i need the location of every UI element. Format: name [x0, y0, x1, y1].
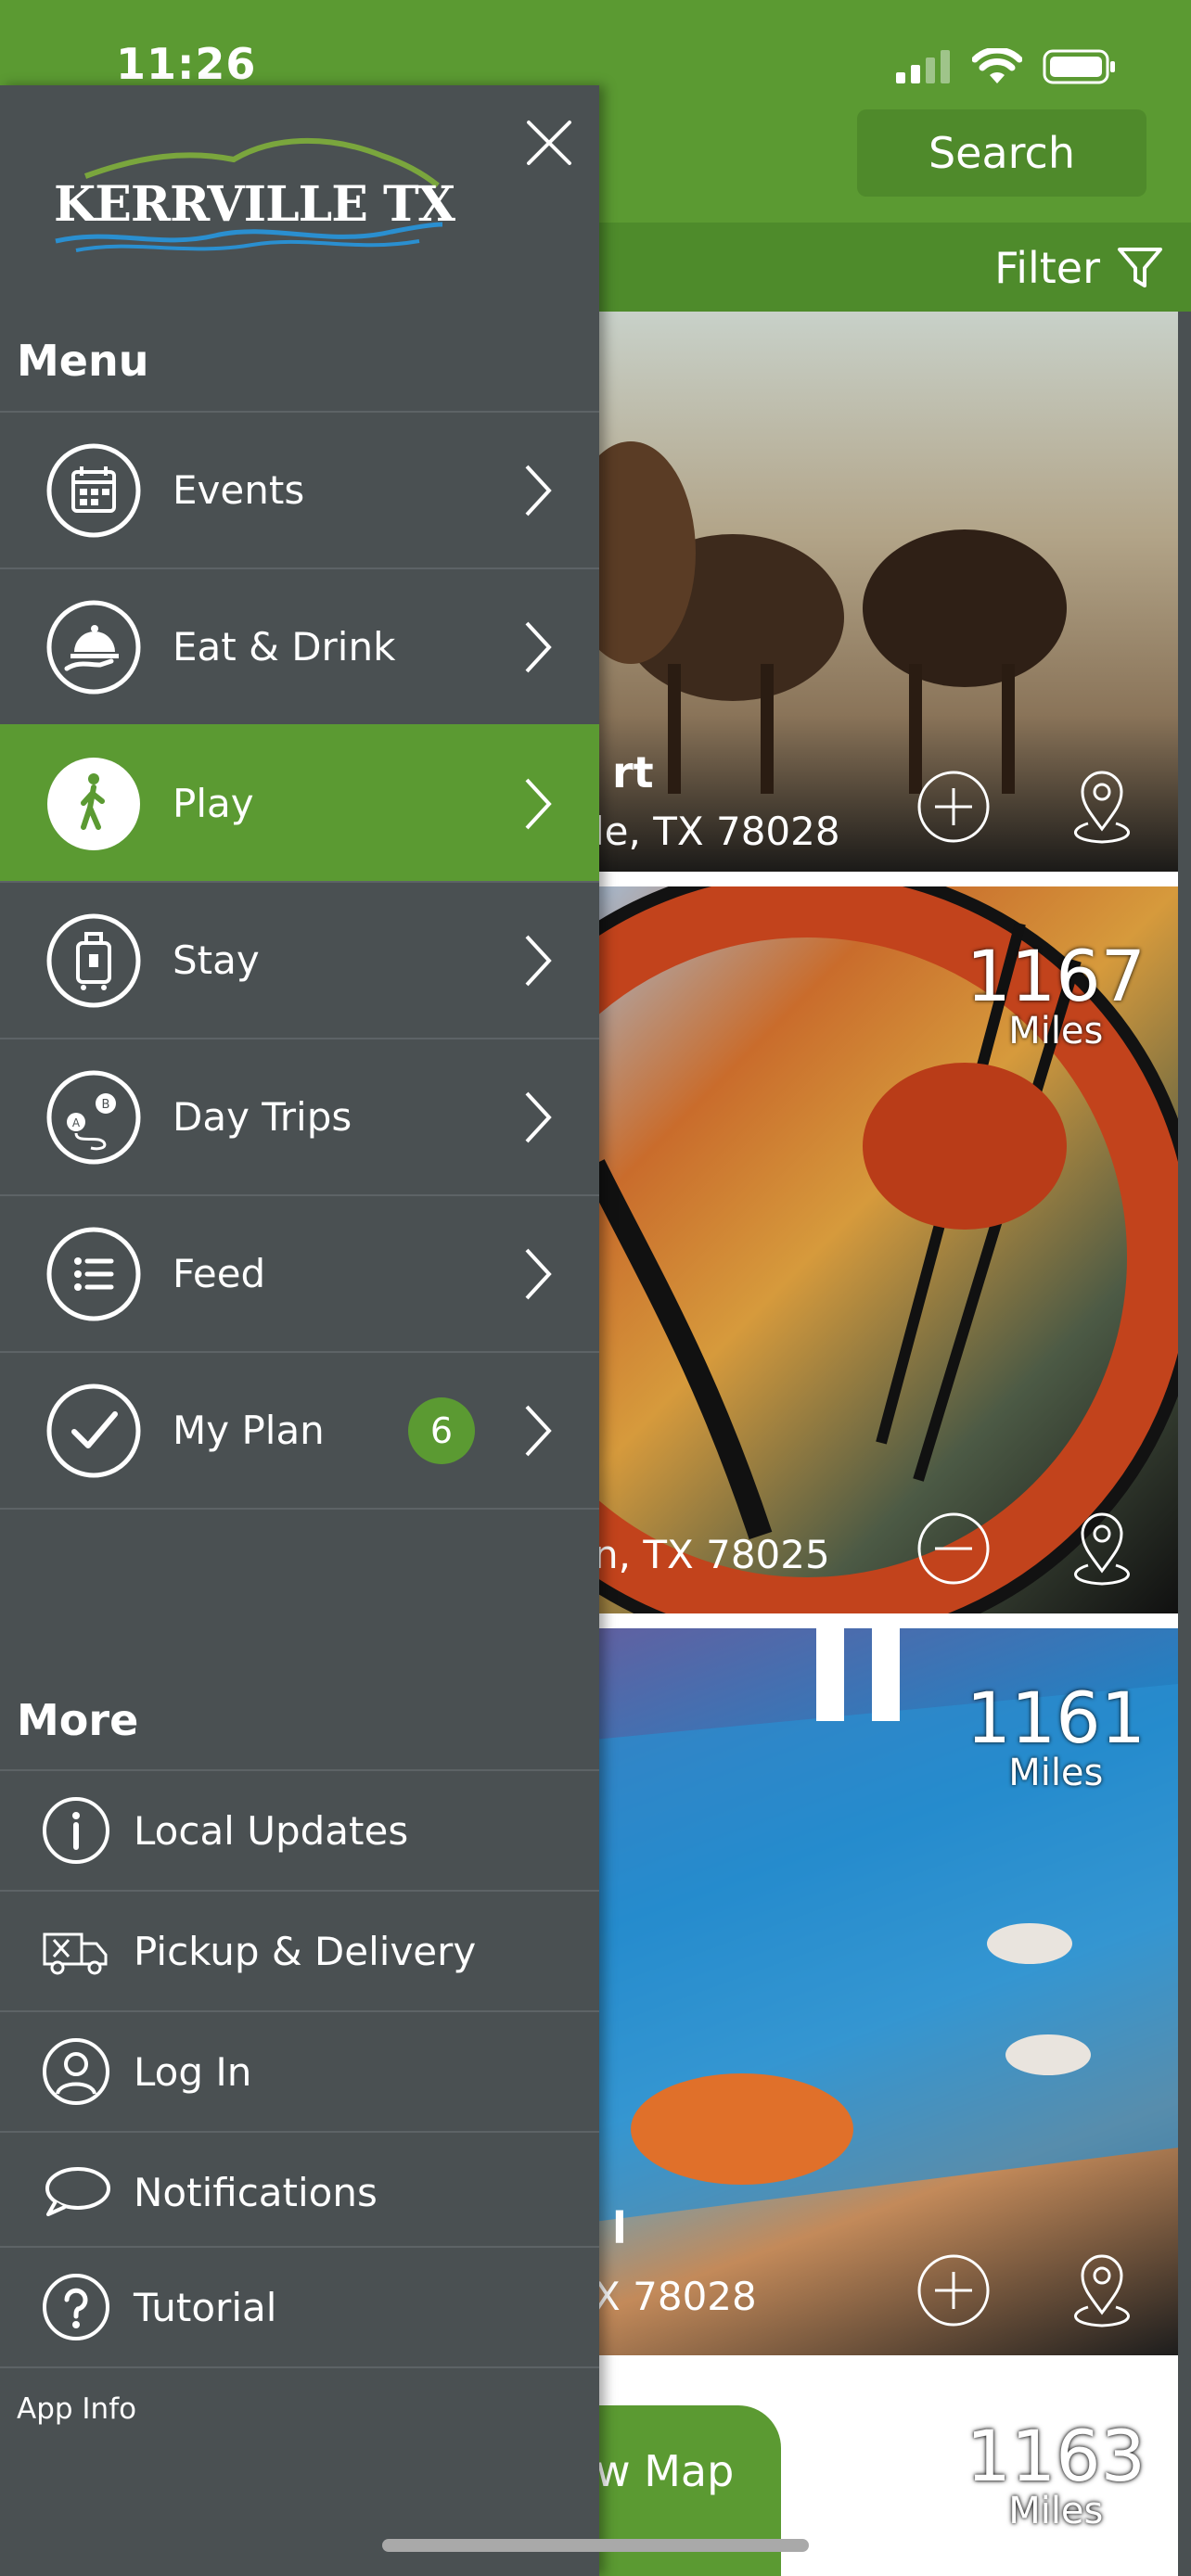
- status-time: 11:26: [116, 39, 257, 89]
- battery-icon: [1043, 49, 1115, 84]
- add-to-plan-icon[interactable]: [916, 2253, 991, 2327]
- kerrville-logo: KERRVILLE TX: [48, 132, 455, 261]
- svg-text:A: A: [72, 1116, 81, 1129]
- walking-person-icon: [47, 757, 140, 850]
- remove-from-plan-icon[interactable]: [916, 1511, 991, 1586]
- food-service-icon: [46, 600, 141, 694]
- menu-item-label: Stay: [173, 937, 260, 983]
- menu-item-label: Feed: [173, 1251, 266, 1296]
- distance-unit: Miles: [1008, 1010, 1104, 1052]
- wifi-icon: [972, 48, 1022, 83]
- card-title: rt: [612, 747, 654, 797]
- more-item-label: Local Updates: [134, 1807, 409, 1854]
- menu-item-day-trips[interactable]: B A Day Trips: [0, 1038, 599, 1194]
- plan-count-badge: 6: [408, 1396, 475, 1464]
- more-item-label: Tutorial: [134, 2284, 277, 2330]
- more-item-label: Pickup & Delivery: [134, 1928, 477, 1974]
- menu-item-label: Day Trips: [173, 1094, 352, 1140]
- close-icon[interactable]: [525, 119, 573, 167]
- more-item-tutorial[interactable]: Tutorial: [0, 2246, 599, 2366]
- card-distance: 1161 Miles: [967, 1682, 1146, 1792]
- app-info-link[interactable]: App Info: [17, 2392, 136, 2426]
- distance-unit: Miles: [1008, 1752, 1104, 1794]
- map-pin-icon[interactable]: [1060, 766, 1144, 849]
- menu-item-label: My Plan: [173, 1408, 325, 1453]
- more-item-pickup-delivery[interactable]: Pickup & Delivery: [0, 1890, 599, 2010]
- filter-button[interactable]: Filter: [994, 236, 1163, 300]
- more-item-notifications[interactable]: Notifications: [0, 2131, 599, 2251]
- chevron-right-icon: [525, 1091, 552, 1142]
- menu-item-play[interactable]: Play: [0, 724, 599, 881]
- chevron-right-icon: [525, 1248, 552, 1299]
- search-button[interactable]: Search: [857, 109, 1146, 197]
- filter-funnel-icon: [1118, 248, 1162, 287]
- chat-bubble-icon: [45, 2167, 110, 2216]
- more-item-log-in[interactable]: Log In: [0, 2010, 599, 2131]
- more-item-local-updates[interactable]: Local Updates: [0, 1769, 599, 1890]
- menu-title: Menu: [17, 336, 149, 386]
- luggage-icon: [46, 913, 141, 1007]
- more-item-label: Notifications: [134, 2169, 378, 2215]
- logo-text: KERRVILLE TX: [54, 176, 455, 233]
- calendar-icon: [46, 443, 141, 537]
- chevron-right-icon: [525, 621, 552, 672]
- card-address: n, TX 78025: [594, 1532, 830, 1577]
- menu-item-feed[interactable]: Feed: [0, 1194, 599, 1351]
- side-drawer: KERRVILLE TX Menu Events Eat & Drink Pla…: [0, 85, 599, 2576]
- map-pin-icon[interactable]: [1060, 2250, 1144, 2333]
- map-pin-icon[interactable]: [1060, 1508, 1144, 1591]
- menu-item-label: Eat & Drink: [173, 624, 396, 670]
- menu-item-label: Events: [173, 467, 305, 513]
- question-icon: [43, 2274, 109, 2340]
- info-icon: [43, 1797, 109, 1864]
- menu-item-stay[interactable]: Stay: [0, 881, 599, 1038]
- checkmark-icon: [46, 1384, 141, 1477]
- card-title: l: [612, 2203, 627, 2253]
- card-address: le, TX 78028: [594, 809, 840, 854]
- more-item-label: Log In: [134, 2048, 252, 2095]
- more-divider: [0, 2366, 599, 2368]
- menu-item-label: Play: [173, 781, 254, 826]
- cellular-signal-icon: [896, 50, 950, 83]
- more-title: More: [17, 1695, 139, 1745]
- list-icon: [46, 1227, 141, 1320]
- status-icons: [896, 48, 1117, 85]
- chevron-right-icon: [525, 465, 552, 516]
- filter-label: Filter: [994, 243, 1100, 293]
- svg-text:B: B: [102, 1098, 110, 1112]
- distance-value: 1163: [966, 2415, 1146, 2497]
- card-distance: 1167 Miles: [966, 935, 1146, 1052]
- add-to-plan-icon[interactable]: [916, 770, 991, 844]
- chevron-right-icon: [525, 778, 552, 829]
- delivery-truck-icon: [43, 1932, 108, 1975]
- home-indicator[interactable]: [382, 2539, 809, 2552]
- chevron-right-icon: [525, 935, 552, 986]
- distance-value: 1161: [966, 1677, 1146, 1759]
- menu-item-eat-drink[interactable]: Eat & Drink: [0, 567, 599, 724]
- card-address: X 78028: [594, 2274, 757, 2319]
- distance-unit: Miles: [1008, 2490, 1104, 2532]
- chevron-right-icon: [525, 1405, 552, 1456]
- user-icon: [43, 2038, 109, 2105]
- card-distance: 1163 Miles: [966, 2415, 1146, 2532]
- route-icon: B A: [46, 1070, 141, 1164]
- menu-item-my-plan[interactable]: My Plan 6: [0, 1351, 599, 1508]
- menu-divider: [0, 1508, 599, 1510]
- menu-item-events[interactable]: Events: [0, 411, 599, 567]
- distance-value: 1167: [966, 935, 1146, 1017]
